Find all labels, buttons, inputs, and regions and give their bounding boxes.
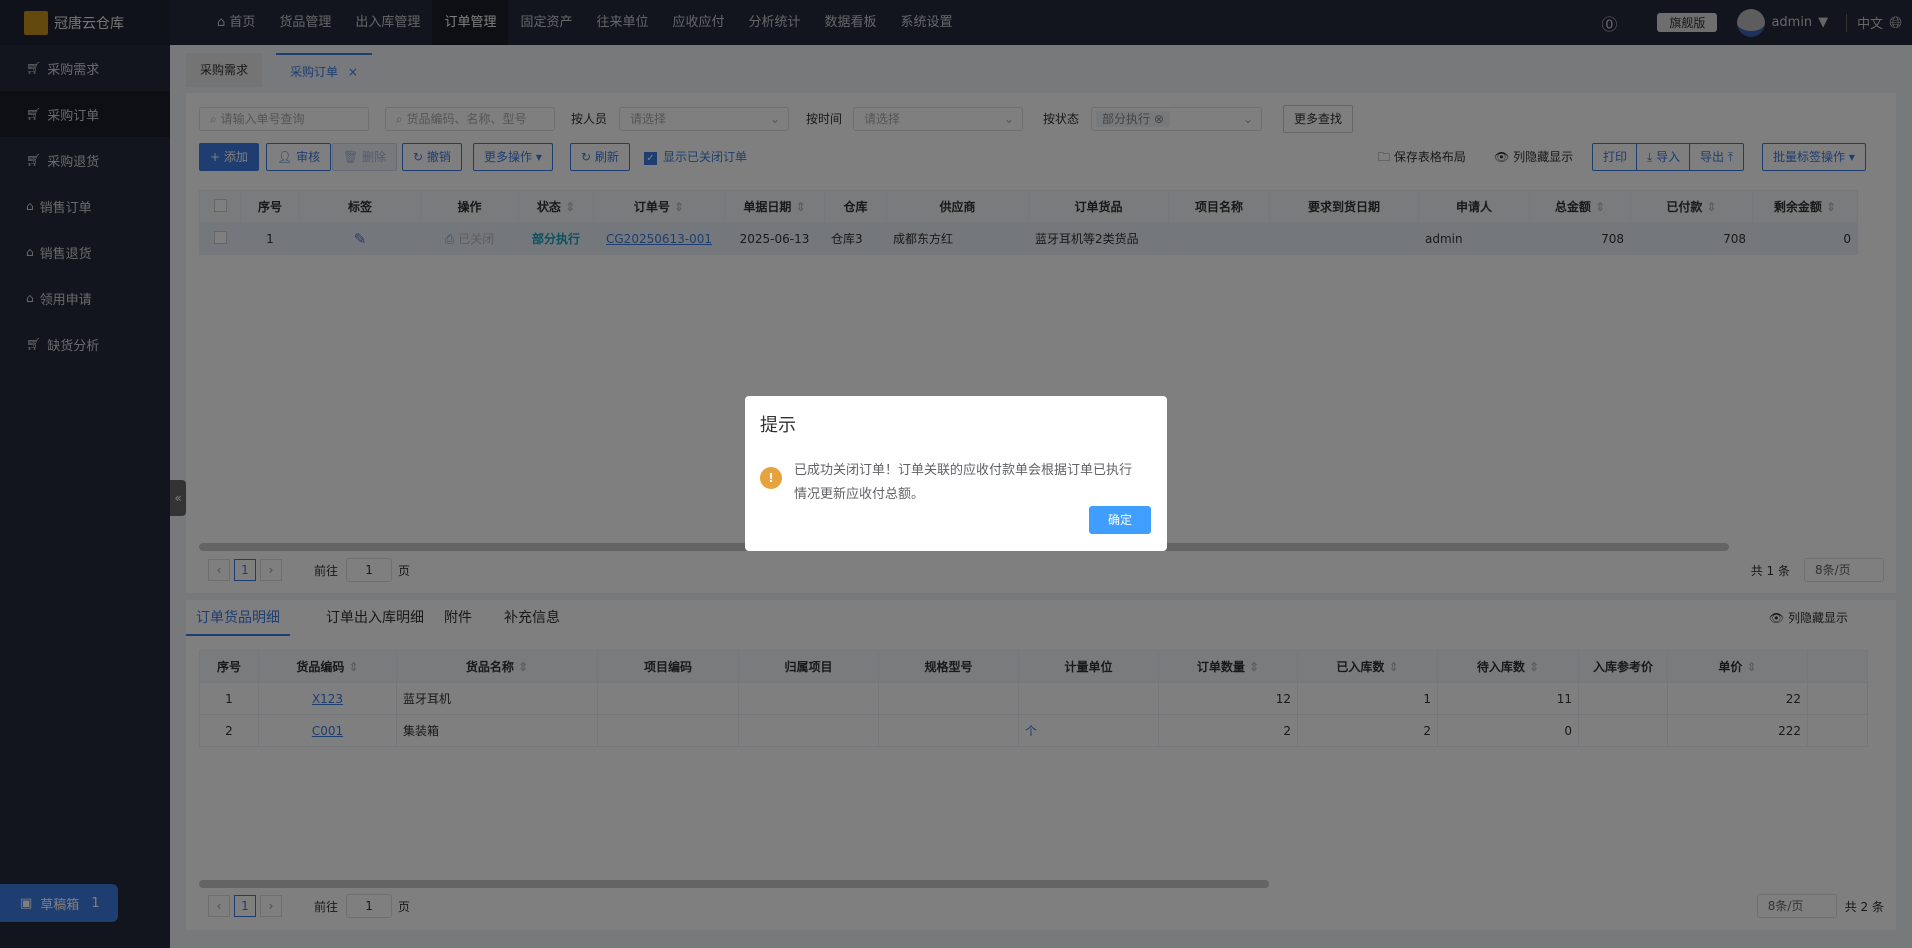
alert-dialog: 提示 ! 已成功关闭订单！订单关联的应收付款单会根据订单已执行情况更新应收付总额。… [745, 396, 1167, 551]
dialog-message: 已成功关闭订单！订单关联的应收付款单会根据订单已执行情况更新应收付总额。 [794, 463, 1133, 502]
confirm-button[interactable]: 确定 [1089, 506, 1151, 534]
dialog-title: 提示 [760, 415, 796, 436]
warning-icon: ! [760, 467, 782, 489]
